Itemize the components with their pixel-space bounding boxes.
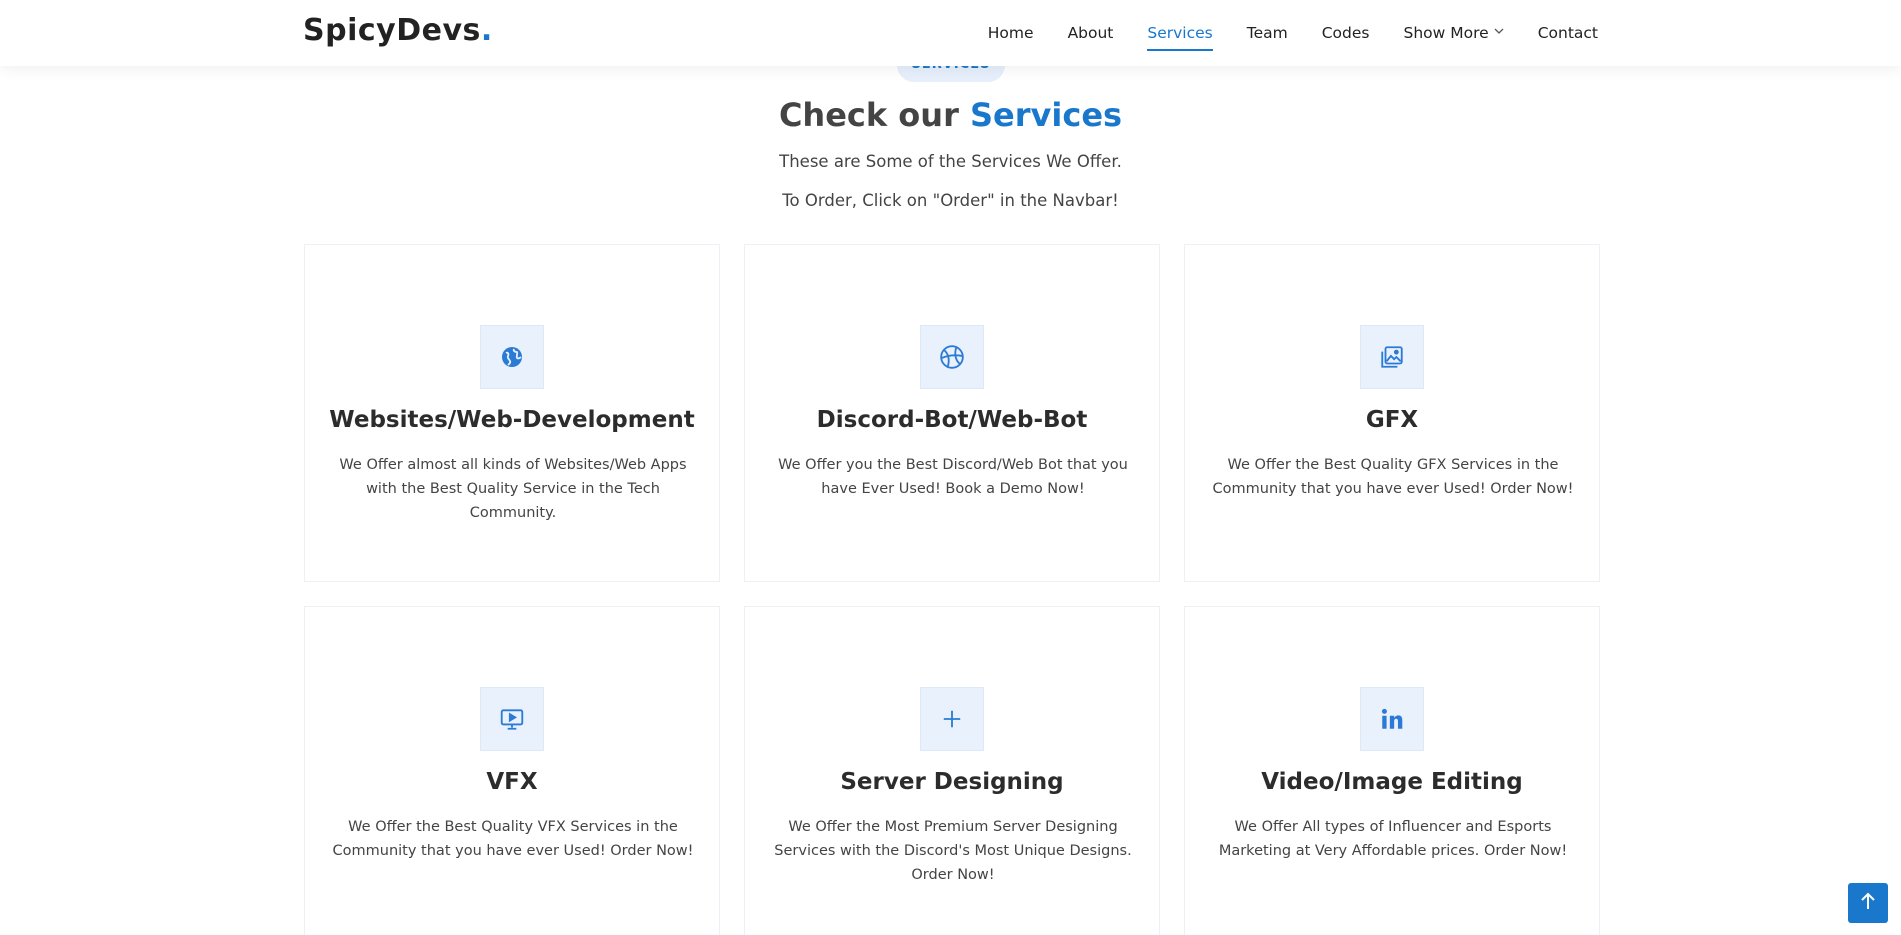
arrow-up-icon: [1860, 892, 1876, 915]
plus-icon: [920, 687, 984, 751]
service-card-server[interactable]: Server Designing We Offer the Most Premi…: [744, 606, 1160, 935]
service-card-editing[interactable]: Video/Image Editing We Offer All types o…: [1184, 606, 1600, 935]
nav-contact[interactable]: Contact: [1538, 24, 1598, 42]
back-to-top-button[interactable]: [1848, 883, 1888, 923]
service-description: We Offer All types of Influencer and Esp…: [1218, 819, 1568, 859]
service-description: We Offer you the Best Discord/Web Bot th…: [778, 457, 1128, 497]
nav-services[interactable]: Services: [1147, 24, 1214, 51]
service-card-vfx[interactable]: VFX We Offer the Best Quality VFX Servic…: [304, 606, 720, 935]
linkedin-icon: [1360, 687, 1424, 751]
basketball-icon: [920, 325, 984, 389]
navbar: SpicyDevs. Home About Services Team Code…: [0, 0, 1901, 66]
section-order-hint: To Order, Click on "Order" in the Navbar…: [782, 191, 1119, 210]
section-title-prefix: Check our: [778, 96, 959, 134]
service-card-bot[interactable]: Discord-Bot/Web-Bot We Offer you the Bes…: [744, 244, 1160, 582]
service-description: We Offer the Best Quality VFX Services i…: [332, 819, 694, 859]
service-title: Server Designing: [840, 769, 1064, 795]
service-card-gfx[interactable]: GFX We Offer the Best Quality GFX Servic…: [1184, 244, 1600, 582]
service-title: Discord-Bot/Web-Bot: [816, 407, 1088, 433]
service-title: Websites/Web-Development: [329, 407, 695, 433]
display-play-icon: [480, 687, 544, 751]
section-subtitle: These are Some of the Services We Offer.: [779, 152, 1122, 171]
nav-about[interactable]: About: [1068, 24, 1114, 42]
nav-show-more[interactable]: Show More: [1404, 24, 1504, 42]
section-title-accent: Services: [969, 96, 1123, 134]
service-title: VFX: [486, 769, 538, 795]
service-description: We Offer the Most Premium Server Designi…: [774, 819, 1132, 883]
service-description: We Offer the Best Quality GFX Services i…: [1212, 457, 1574, 497]
service-description: We Offer almost all kinds of Websites/We…: [339, 457, 687, 521]
nav-codes[interactable]: Codes: [1322, 24, 1370, 42]
chevron-down-icon: [1494, 27, 1504, 38]
globe-icon: [480, 325, 544, 389]
brand-name: SpicyDevs: [303, 13, 481, 48]
nav-show-more-label: Show More: [1403, 24, 1489, 42]
nav-team[interactable]: Team: [1247, 24, 1288, 42]
section-title: Check our Services: [0, 96, 1901, 134]
nav-menu: Home About Services Team Codes Show More…: [954, 0, 1598, 66]
nav-home[interactable]: Home: [988, 24, 1034, 42]
brand-logo[interactable]: SpicyDevs.: [303, 13, 493, 48]
service-title: Video/Image Editing: [1261, 769, 1523, 795]
brand-dot: .: [480, 13, 493, 48]
service-card-web[interactable]: Websites/Web-Development We Offer almost…: [304, 244, 720, 582]
service-title: GFX: [1365, 407, 1419, 433]
images-icon: [1360, 325, 1424, 389]
